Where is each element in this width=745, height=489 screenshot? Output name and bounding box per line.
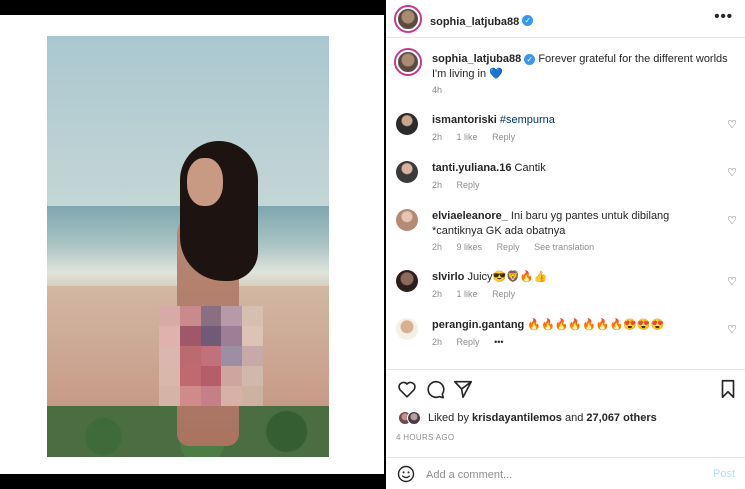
comment-username[interactable]: ismantoriski: [432, 114, 497, 126]
reply-button[interactable]: Reply: [492, 289, 515, 299]
add-comment-bar: Post: [386, 457, 745, 489]
comment-likes[interactable]: 1 like: [457, 289, 478, 299]
post-actions: Liked by krisdayantilemos and 27,067 oth…: [386, 369, 745, 459]
emoji-icon[interactable]: [396, 464, 416, 484]
reply-button[interactable]: Reply: [497, 242, 520, 252]
post-photo[interactable]: [47, 36, 329, 457]
photo-person-hair: [180, 141, 258, 281]
liker-avatar[interactable]: [407, 411, 421, 425]
blue-heart-emoji: 💙: [489, 68, 503, 80]
caption-username[interactable]: sophia_latjuba88: [432, 53, 521, 65]
comment-username[interactable]: elviaeleanore_: [432, 210, 508, 222]
comment-more-icon[interactable]: •••: [494, 337, 503, 347]
post-details-panel: sophia_latjuba88 ✓ ••• sophia_latjuba88 ✓ …: [386, 0, 745, 489]
reply-button[interactable]: Reply: [492, 132, 515, 142]
comment-time[interactable]: 2h: [432, 132, 442, 142]
comment-username[interactable]: perangin.gantang: [432, 319, 524, 331]
bookmark-icon[interactable]: [717, 378, 739, 400]
like-heart-icon[interactable]: [396, 378, 418, 400]
heart-icon[interactable]: ♡: [727, 275, 737, 288]
likes-summary: Liked by krisdayantilemos and 27,067 oth…: [428, 412, 657, 424]
comment-avatar[interactable]: [396, 209, 418, 231]
post-comment-button[interactable]: Post: [713, 468, 735, 480]
comment-likes[interactable]: 9 likes: [457, 242, 483, 252]
post-caption: sophia_latjuba88 ✓ Forever grateful for t…: [432, 52, 732, 82]
censor-mosaic: [159, 306, 263, 406]
author-username[interactable]: sophia_latjuba88: [430, 16, 519, 28]
likes-count[interactable]: 27,067 others: [586, 412, 656, 424]
photo-person-face: [187, 158, 223, 206]
comment-avatar[interactable]: [396, 270, 418, 292]
comment-time[interactable]: 2h: [432, 337, 442, 347]
comment-text: Cantik: [514, 162, 546, 174]
comment-time[interactable]: 2h: [432, 180, 442, 190]
comment-time[interactable]: 2h: [432, 289, 442, 299]
verified-badge-icon: ✓: [524, 53, 536, 65]
share-icon[interactable]: [452, 378, 474, 400]
heart-icon[interactable]: ♡: [727, 118, 737, 131]
comment-avatar[interactable]: [396, 113, 418, 135]
comment-text: 🔥🔥🔥🔥🔥🔥🔥😍😍😍: [527, 319, 665, 331]
comment-hashtag[interactable]: #sempurna: [500, 114, 555, 126]
comment-time[interactable]: 2h: [432, 242, 442, 252]
heart-icon[interactable]: ♡: [727, 166, 737, 179]
liker-username[interactable]: krisdayantilemos: [472, 412, 562, 424]
post-header: sophia_latjuba88 ✓ •••: [386, 0, 745, 38]
caption-author-avatar[interactable]: [394, 48, 422, 76]
reply-button[interactable]: Reply: [457, 180, 480, 190]
more-options-icon[interactable]: •••: [714, 8, 733, 25]
comment-icon[interactable]: [424, 378, 446, 400]
comment-likes[interactable]: 1 like: [457, 132, 478, 142]
comment-username[interactable]: slvirlo: [432, 271, 464, 283]
reply-button[interactable]: Reply: [457, 337, 480, 347]
author-avatar[interactable]: [394, 5, 422, 33]
comment-text: Juicy😎🦁🔥👍: [467, 271, 548, 283]
comment-avatar[interactable]: [396, 318, 418, 340]
comment-username[interactable]: tanti.yuliana.16: [432, 162, 511, 174]
post-media-panel: [0, 15, 384, 474]
post-timestamp[interactable]: 4 HOURS AGO: [396, 433, 454, 442]
heart-icon[interactable]: ♡: [727, 323, 737, 336]
comment-input[interactable]: [426, 467, 696, 483]
heart-icon[interactable]: ♡: [727, 214, 737, 227]
verified-badge-icon: ✓: [522, 15, 534, 27]
comment-avatar[interactable]: [396, 161, 418, 183]
caption-time[interactable]: 4h: [432, 85, 442, 95]
see-translation-button[interactable]: See translation: [534, 242, 594, 252]
